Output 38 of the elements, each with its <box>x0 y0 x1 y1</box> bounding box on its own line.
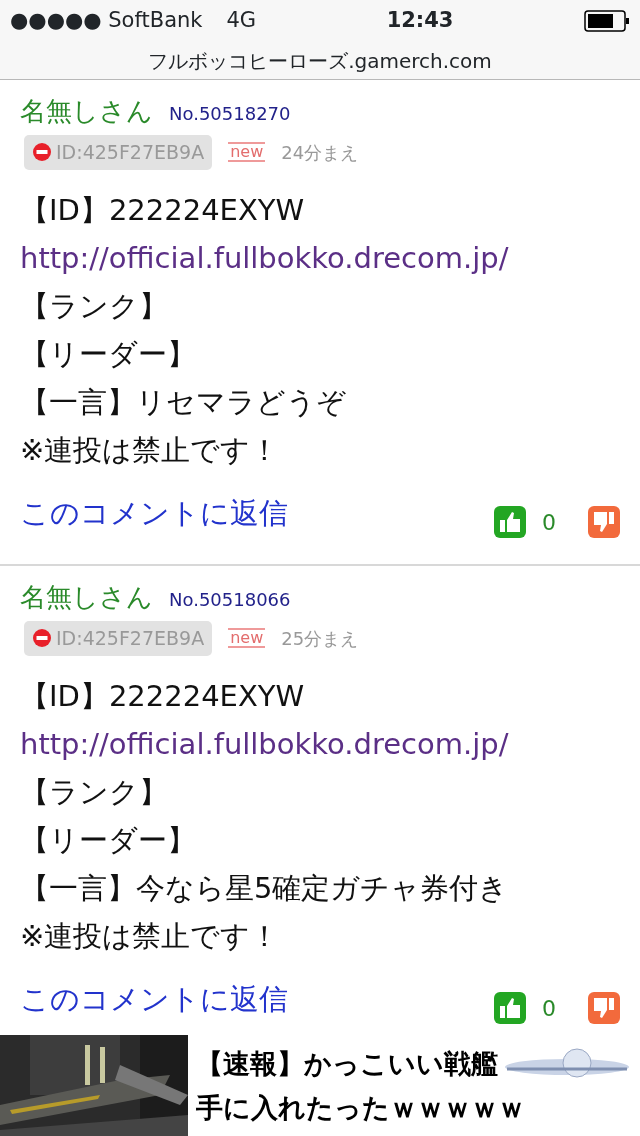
comment-line: 【ランク】 <box>20 773 169 811</box>
carrier-label: ●●●●● SoftBank <box>10 7 203 35</box>
comment-line: 【ランク】 <box>20 287 169 325</box>
comment-line: ※連投は禁止です！ <box>20 917 281 955</box>
block-icon <box>32 628 52 649</box>
reply-link[interactable]: このコメントに返信 <box>20 492 288 536</box>
comment-link[interactable]: http://official.fullbokko.drecom.jp/ <box>20 240 509 275</box>
like-count: 0 <box>542 994 556 1023</box>
comment-line: 【リーダー】 <box>20 335 197 373</box>
new-badge: new <box>228 628 266 649</box>
ad-headline: 手に入れたったｗｗｗｗｗ <box>196 1090 526 1125</box>
thumbs-down-icon[interactable] <box>588 992 620 1024</box>
comment-line: 【ID】222224EXYW <box>20 677 306 715</box>
author-name: 名無しさん <box>20 95 153 128</box>
comment-line: 【一言】リセマラどうぞ <box>20 383 347 421</box>
clock-label: 12:43 <box>386 7 454 35</box>
comment-number[interactable]: No.50518066 <box>169 586 291 613</box>
thumbs-down-icon[interactable] <box>588 506 620 538</box>
network-label: 4G <box>226 7 257 35</box>
post-time: 25分まえ <box>281 626 359 651</box>
comment-number[interactable]: No.50518270 <box>169 100 291 127</box>
comment-line: 【一言】今なら星5確定ガチャ券付き <box>20 869 510 907</box>
comment-line: ※連投は禁止です！ <box>20 431 281 469</box>
comment-link[interactable]: http://official.fullbokko.drecom.jp/ <box>20 726 509 761</box>
logo-icon <box>502 1046 632 1081</box>
page-title: フルボッコヒーローズ.gamerch.com <box>148 47 492 75</box>
comment-line: 【リーダー】 <box>20 821 197 859</box>
post-time: 24分まえ <box>281 140 359 165</box>
thumbs-up-icon[interactable] <box>494 992 526 1024</box>
ad-headline: 【速報】かっこいい戦艦 <box>196 1046 498 1081</box>
reply-link[interactable]: このコメントに返信 <box>20 978 288 1022</box>
battery-icon <box>584 10 630 32</box>
thumbs-up-icon[interactable] <box>494 506 526 538</box>
author-name: 名無しさん <box>20 581 153 614</box>
block-icon <box>32 142 52 163</box>
comment-line: 【ID】222224EXYW <box>20 191 306 229</box>
like-count: 0 <box>542 508 556 537</box>
new-badge: new <box>228 142 266 163</box>
